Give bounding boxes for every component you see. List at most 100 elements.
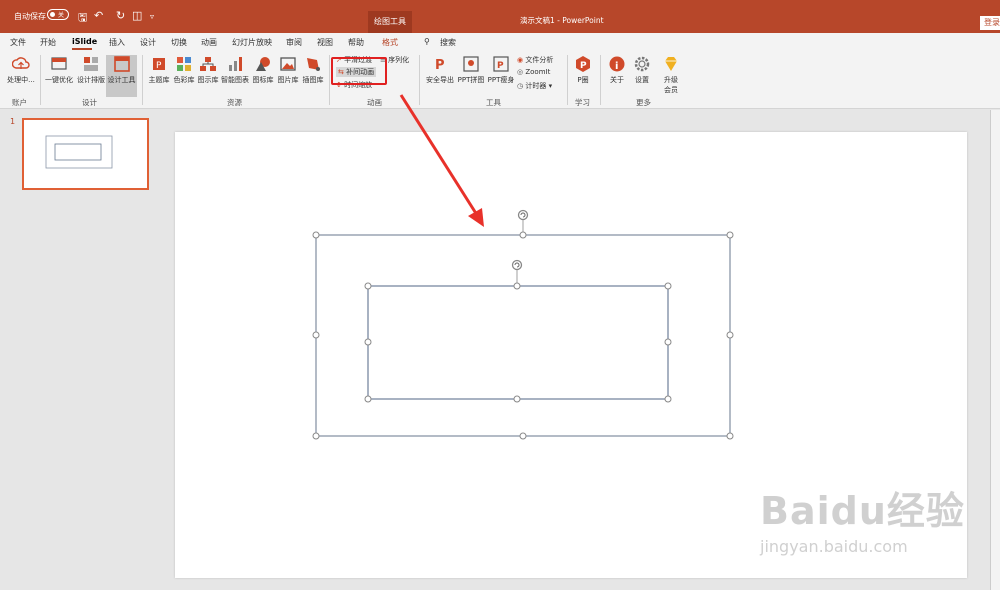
baidu-watermark: Baidu经验 jingyan.baidu.com — [760, 480, 965, 556]
menu-slideshow[interactable]: 幻灯片放映 — [232, 37, 272, 48]
redo-icon[interactable]: ↻ — [116, 9, 125, 22]
autosave-state: 关 — [58, 12, 65, 19]
menu-view[interactable]: 视图 — [317, 37, 333, 48]
export-label: 安全导出 — [426, 76, 454, 84]
search-icon[interactable]: ⚲ — [424, 37, 430, 46]
ppt-puzzle-button[interactable]: PPT拼图 — [456, 55, 486, 85]
processing-label: 处理中... — [7, 76, 35, 84]
toggle-knob — [50, 12, 55, 17]
layout-icon — [84, 57, 98, 71]
design-layout-button[interactable]: 设计排版 — [76, 55, 106, 85]
svg-text:P: P — [497, 61, 504, 71]
p-circle-button[interactable]: P P圈 — [571, 55, 595, 85]
svg-text:P: P — [156, 61, 162, 71]
menu-animations[interactable]: 动画 — [201, 37, 217, 48]
illustration-library-button[interactable]: 插图库 — [300, 55, 326, 85]
safe-export-button[interactable]: P 安全导出 — [424, 55, 456, 85]
group-label-tools: 工具 — [486, 98, 501, 107]
menu-format[interactable]: 格式 — [382, 37, 398, 48]
zoom-icon: ◎ — [517, 68, 524, 76]
timer-label: 计时器 — [525, 82, 547, 90]
design-tools-label: 设计工具 — [107, 76, 136, 84]
menu-transitions[interactable]: 切换 — [171, 37, 187, 48]
watermark-url: jingyan.baidu.com — [760, 537, 908, 556]
p-circle-label: P圈 — [577, 76, 589, 84]
present-icon[interactable]: ◫ — [132, 9, 142, 22]
theme-library-button[interactable]: P 主题库 — [146, 55, 172, 85]
zoomit-label: ZoomIt — [525, 68, 551, 76]
color-library-button[interactable]: 色彩库 — [172, 55, 196, 85]
serialize-label: 序列化 — [388, 56, 410, 64]
slim-icon: P — [493, 56, 509, 72]
zoomit-button[interactable]: ◎ ZoomIt — [517, 68, 550, 76]
diagram-label: 图示库 — [197, 76, 219, 84]
ppt-slim-button[interactable]: P PPT瘦身 — [486, 55, 516, 85]
file-analysis-button[interactable]: ◉ 文件分析 — [517, 55, 553, 65]
optimize-icon — [51, 57, 67, 70]
settings-label: 设置 — [635, 76, 649, 84]
analysis-label: 文件分析 — [525, 56, 554, 64]
menu-help[interactable]: 帮助 — [348, 37, 364, 48]
separator — [600, 55, 601, 105]
image-label: 图片库 — [277, 76, 299, 84]
smart-chart-button[interactable]: 智能图表 — [220, 55, 250, 85]
inner-rotation-handle[interactable] — [511, 259, 523, 287]
one-click-optimize-button[interactable]: 一键优化 — [44, 55, 74, 85]
menu-insert[interactable]: 插入 — [109, 37, 125, 48]
inner-rectangle[interactable] — [367, 285, 669, 400]
cloud-upload-icon — [12, 57, 30, 69]
separator — [40, 55, 41, 105]
settings-button[interactable]: 设置 — [630, 55, 654, 85]
optimize-label: 一键优化 — [45, 76, 73, 84]
color-label: 色彩库 — [173, 76, 195, 84]
svg-text:P: P — [435, 58, 445, 73]
login-button[interactable]: 登录 — [980, 16, 1000, 30]
document-title: 演示文稿1 - PowerPoint — [520, 16, 604, 25]
timer-button[interactable]: ◷ 计时器 ▾ — [517, 81, 552, 91]
autosave-label: 自动保存 — [14, 12, 46, 21]
upgrade-member-button[interactable]: 升级 会员 — [658, 55, 684, 95]
slide-thumbnail[interactable] — [22, 118, 149, 190]
format-pane — [990, 110, 1000, 590]
icon-library-button[interactable]: 图标库 — [250, 55, 276, 85]
export-icon: P — [435, 58, 445, 73]
slide-number: 1 — [10, 117, 16, 126]
highlight-box — [331, 57, 387, 85]
menu-islide[interactable]: iSlide — [72, 37, 97, 46]
svg-text:P: P — [580, 61, 587, 71]
p-circle-icon: P — [576, 56, 590, 72]
watermark-logo: Baidu经验 — [760, 489, 965, 533]
group-label-design: 设计 — [82, 98, 97, 107]
layout-label: 设计排版 — [77, 76, 105, 84]
puzzle-icon — [463, 56, 479, 72]
palette-icon — [177, 57, 191, 71]
about-button[interactable]: i 关于 — [605, 55, 629, 85]
thumbnail-preview — [45, 135, 113, 169]
timer-icon: ◷ — [517, 82, 524, 90]
inner-resize-handles[interactable] — [364, 282, 672, 403]
design-tools-button[interactable]: 设计工具 — [106, 55, 137, 97]
gear-icon — [634, 56, 650, 72]
image-library-button[interactable]: 图片库 — [276, 55, 300, 85]
undo-icon[interactable]: ↶ — [94, 9, 103, 22]
menu-home[interactable]: 开始 — [40, 37, 56, 48]
menu-review[interactable]: 审阅 — [286, 37, 302, 48]
outer-rotation-handle[interactable] — [517, 209, 529, 236]
menu-design[interactable]: 设计 — [140, 37, 156, 48]
slim-label: PPT瘦身 — [487, 76, 515, 84]
autosave-toggle[interactable]: 关 — [47, 9, 69, 20]
diagram-icon — [200, 57, 216, 71]
outer-resize-handles[interactable] — [312, 231, 734, 440]
diagram-library-button[interactable]: 图示库 — [196, 55, 220, 85]
title-bar: 自动保存 关 🖫 ↶ ↻ ◫ ▿ 绘图工具 演示文稿1 - PowerPoint… — [0, 0, 1000, 33]
group-label-animation: 动画 — [367, 98, 382, 107]
search-box[interactable]: 搜索 — [440, 37, 456, 48]
illustration-label: 插图库 — [302, 76, 324, 84]
processing-button[interactable]: 处理中... — [5, 55, 37, 85]
shapes-icon — [256, 57, 270, 71]
save-icon[interactable]: 🖫 — [78, 9, 87, 28]
group-label-resources: 资源 — [227, 98, 242, 107]
theme-label: 主题库 — [148, 76, 170, 84]
menu-file[interactable]: 文件 — [10, 37, 26, 48]
customize-icon[interactable]: ▿ — [150, 12, 154, 21]
